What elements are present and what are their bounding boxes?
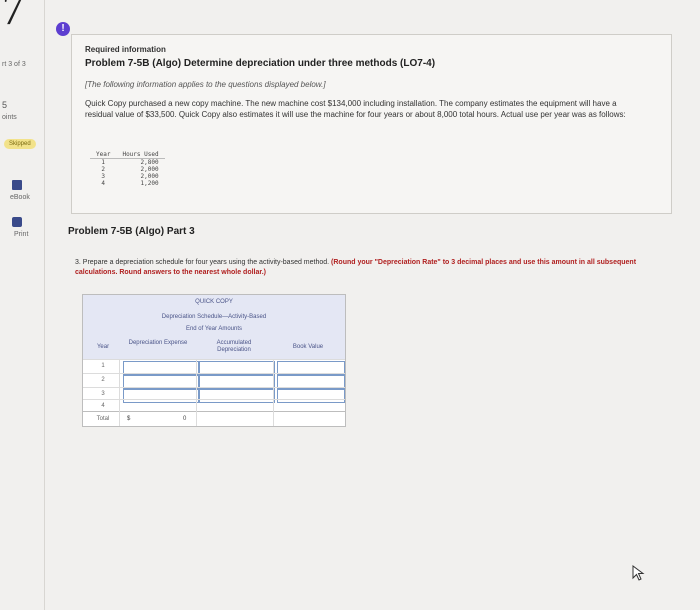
hours-used: 2,800 xyxy=(140,159,159,166)
print-icon[interactable] xyxy=(12,217,22,227)
row-year: 4 xyxy=(101,403,105,409)
schedule-subtitle: End of Year Amounts xyxy=(185,326,243,332)
ebook-icon[interactable] xyxy=(12,180,22,190)
col-header-year: Year xyxy=(96,344,110,350)
table-row: 4 1,200 xyxy=(90,180,165,187)
schedule-header: QUICK COPY Depreciation Schedule—Activit… xyxy=(83,295,345,359)
hours-used-table: Year Hours Used 1 2,800 2 2,000 3 2,000 … xyxy=(90,151,165,187)
hours-table-header-hours: Hours Used xyxy=(116,151,165,159)
row-year: 3 xyxy=(101,391,105,397)
print-label[interactable]: Print xyxy=(14,231,28,238)
total-row: Total $ 0 xyxy=(83,411,345,427)
table-row: 2 2,000 xyxy=(90,166,165,173)
depreciation-schedule: QUICK COPY Depreciation Schedule—Activit… xyxy=(82,294,346,427)
hours-year: 2 xyxy=(101,166,106,173)
schedule-company: QUICK COPY xyxy=(195,299,233,305)
required-label: Required information xyxy=(85,45,166,54)
alert-icon: ! xyxy=(56,22,70,36)
ebook-label[interactable]: eBook xyxy=(10,194,30,201)
schedule-title: Depreciation Schedule—Activity-Based xyxy=(161,314,267,320)
skipped-badge: Skipped xyxy=(4,139,36,149)
table-row: 1 2,800 xyxy=(90,159,165,167)
problem-title: Problem 7-5B (Algo) Determine depreciati… xyxy=(85,58,436,69)
hours-used: 2,000 xyxy=(140,166,159,173)
hours-table-header-year: Year xyxy=(90,151,117,159)
instruction-text: 3. Prepare a depreciation schedule for f… xyxy=(75,259,330,266)
part-title: Problem 7-5B (Algo) Part 3 xyxy=(68,226,195,237)
hours-used: 2,000 xyxy=(140,173,159,180)
row-year: 2 xyxy=(101,377,105,383)
table-row: 2 xyxy=(83,373,345,389)
hours-year: 4 xyxy=(101,180,106,187)
part-indicator: rt 3 of 3 xyxy=(2,61,26,68)
row-year: 1 xyxy=(101,363,105,369)
hours-year: 3 xyxy=(101,173,106,180)
required-information-panel: Required information Problem 7-5B (Algo)… xyxy=(71,34,672,214)
problem-description: Quick Copy purchased a new copy machine.… xyxy=(85,99,626,119)
column-divider xyxy=(119,359,120,426)
column-divider xyxy=(273,359,274,426)
total-value: 0 xyxy=(183,416,187,422)
mouse-cursor-icon xyxy=(632,565,645,581)
col-header-expense: Depreciation Expense xyxy=(128,340,188,346)
points-value: 5 xyxy=(2,100,8,110)
col-header-accumulated: Accumulated Depreciation xyxy=(216,340,252,353)
hours-used: 1,200 xyxy=(140,180,159,187)
part-instruction: 3. Prepare a depreciation schedule for f… xyxy=(75,258,665,278)
column-divider xyxy=(196,359,197,426)
table-row: 1 xyxy=(83,359,345,375)
total-label: Total xyxy=(96,416,110,422)
total-currency: $ xyxy=(127,416,131,422)
hours-year: 1 xyxy=(101,159,106,166)
left-rail: rt 3 of 3 5 oints Skipped eBook Print xyxy=(0,0,45,610)
col-header-book-value: Book Value xyxy=(292,344,324,350)
info-note: [The following information applies to th… xyxy=(85,80,326,89)
points-label: oints xyxy=(2,114,17,121)
table-row: 3 2,000 xyxy=(90,173,165,180)
